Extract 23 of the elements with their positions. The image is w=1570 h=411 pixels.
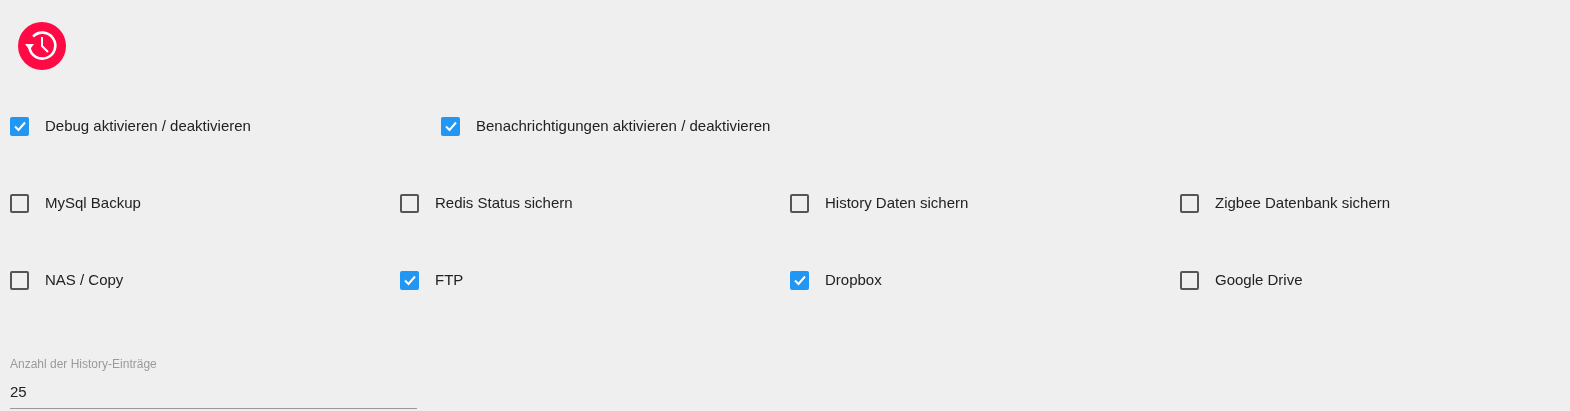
checkbox[interactable] bbox=[10, 270, 29, 290]
field-label: Anzahl der History-Einträge bbox=[10, 356, 158, 373]
option-label: NAS / Copy bbox=[45, 269, 124, 290]
checkbox[interactable] bbox=[10, 193, 29, 213]
checkbox[interactable] bbox=[441, 116, 460, 136]
checkbox[interactable] bbox=[790, 193, 809, 213]
option-label: Redis Status sichern bbox=[435, 192, 573, 213]
checkbox[interactable] bbox=[400, 193, 419, 213]
checkbox[interactable] bbox=[400, 270, 419, 290]
option-label: FTP bbox=[435, 269, 464, 290]
option-label: Google Drive bbox=[1215, 269, 1303, 290]
option-label: History Daten sichern bbox=[825, 192, 969, 213]
option-label: Benachrichtigungen aktivieren / deaktivieren bbox=[476, 115, 771, 136]
option-label: MySql Backup bbox=[45, 192, 141, 213]
input-field[interactable]: 25 bbox=[10, 375, 417, 409]
checkbox[interactable] bbox=[1180, 193, 1199, 213]
checkbox[interactable] bbox=[790, 270, 809, 290]
history-icon bbox=[18, 22, 66, 70]
option-label: Dropbox bbox=[825, 269, 882, 290]
option-label: Debug aktivieren / deaktivieren bbox=[45, 115, 251, 136]
checkbox[interactable] bbox=[1180, 270, 1199, 290]
option-label: Zigbee Datenbank sichern bbox=[1215, 192, 1391, 213]
checkbox[interactable] bbox=[10, 116, 29, 136]
